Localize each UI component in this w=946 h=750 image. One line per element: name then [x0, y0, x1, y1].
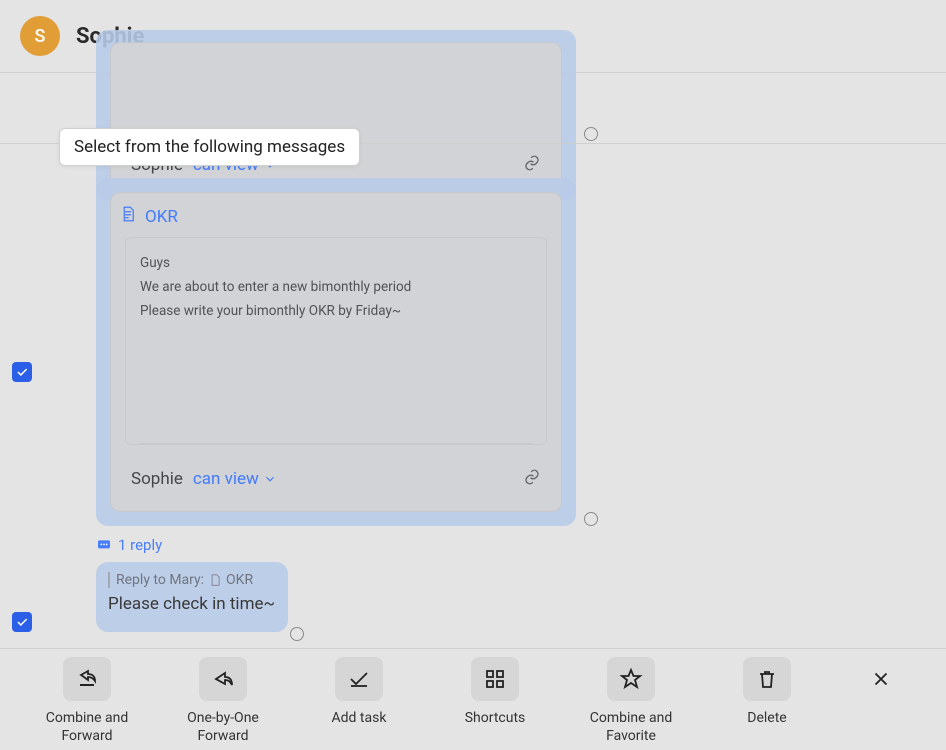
action-label: Combine and Favorite	[590, 709, 673, 745]
doc-body-line: Please write your bimonthly OKR by Frida…	[140, 300, 532, 322]
delete-button[interactable]	[743, 657, 791, 701]
combine-forward-action[interactable]: Combine and Forward	[41, 657, 133, 745]
message-text: Please check in time~	[108, 594, 276, 614]
chevron-down-icon	[263, 472, 277, 486]
doc-body-divider	[140, 443, 532, 444]
action-label: Shortcuts	[465, 709, 526, 727]
check-icon	[15, 615, 29, 629]
avatar[interactable]: S	[20, 16, 60, 56]
combine-favorite-button[interactable]	[607, 657, 655, 701]
quote-doc-name: OKR	[226, 572, 253, 588]
doc-permission-dropdown[interactable]: can view	[193, 469, 277, 489]
selection-handle[interactable]	[584, 127, 598, 141]
selection-handle[interactable]	[290, 627, 304, 641]
document-icon	[208, 573, 222, 587]
check-icon	[15, 365, 29, 379]
doc-body: Guys We are about to enter a new bimonth…	[125, 237, 547, 445]
add-task-button[interactable]	[335, 657, 383, 701]
close-button[interactable]	[857, 657, 905, 701]
close-icon	[870, 668, 892, 690]
action-label: Add task	[332, 709, 387, 727]
add-task-action[interactable]: Add task	[313, 657, 405, 727]
doc-body-line: Guys	[140, 252, 532, 274]
doc-title-row: OKR	[119, 205, 178, 228]
message-bubble[interactable]: Reply to Mary: OKR Please check in time~	[96, 562, 288, 632]
replies-count: 1 reply	[118, 536, 162, 554]
trash-icon	[755, 667, 779, 691]
action-label: Delete	[747, 709, 786, 727]
multiselect-action-bar: Combine and Forward One-by-One Forward A…	[0, 648, 946, 750]
link-icon[interactable]	[523, 468, 541, 490]
forward-icon	[211, 667, 235, 691]
one-by-one-forward-button[interactable]	[199, 657, 247, 701]
message-checkbox[interactable]	[12, 612, 32, 632]
document-icon	[119, 205, 137, 228]
doc-card[interactable]: Sophie can view	[110, 42, 562, 198]
selection-tooltip: Select from the following messages	[59, 128, 360, 166]
shortcuts-button[interactable]	[471, 657, 519, 701]
delete-action[interactable]: Delete	[721, 657, 813, 727]
doc-title: OKR	[145, 207, 178, 227]
star-icon	[619, 667, 643, 691]
selection-handle[interactable]	[584, 512, 598, 526]
reply-bubble-icon	[96, 537, 112, 553]
quote-row: Reply to Mary: OKR	[108, 572, 276, 588]
combine-forward-icon	[75, 667, 99, 691]
shortcuts-action[interactable]: Shortcuts	[449, 657, 541, 727]
task-check-icon	[347, 667, 371, 691]
doc-card[interactable]: OKR Guys We are about to enter a new bim…	[110, 192, 562, 512]
tooltip-text: Select from the following messages	[74, 137, 345, 157]
link-icon[interactable]	[523, 154, 541, 176]
doc-card-footer: Sophie can view	[125, 461, 547, 497]
message-checkbox[interactable]	[12, 362, 32, 382]
doc-author: Sophie	[131, 469, 183, 489]
action-label: One-by-One Forward	[187, 709, 259, 745]
one-by-one-forward-action[interactable]: One-by-One Forward	[177, 657, 269, 745]
doc-permission-label: can view	[193, 469, 259, 489]
action-label: Combine and Forward	[46, 709, 129, 745]
avatar-initial: S	[35, 26, 46, 47]
combine-favorite-action[interactable]: Combine and Favorite	[585, 657, 677, 745]
replies-link[interactable]: 1 reply	[96, 536, 162, 554]
combine-forward-button[interactable]	[63, 657, 111, 701]
grid-icon	[483, 667, 507, 691]
quote-prefix: Reply to Mary:	[116, 572, 204, 588]
doc-body-line: We are about to enter a new bimonthly pe…	[140, 276, 532, 298]
